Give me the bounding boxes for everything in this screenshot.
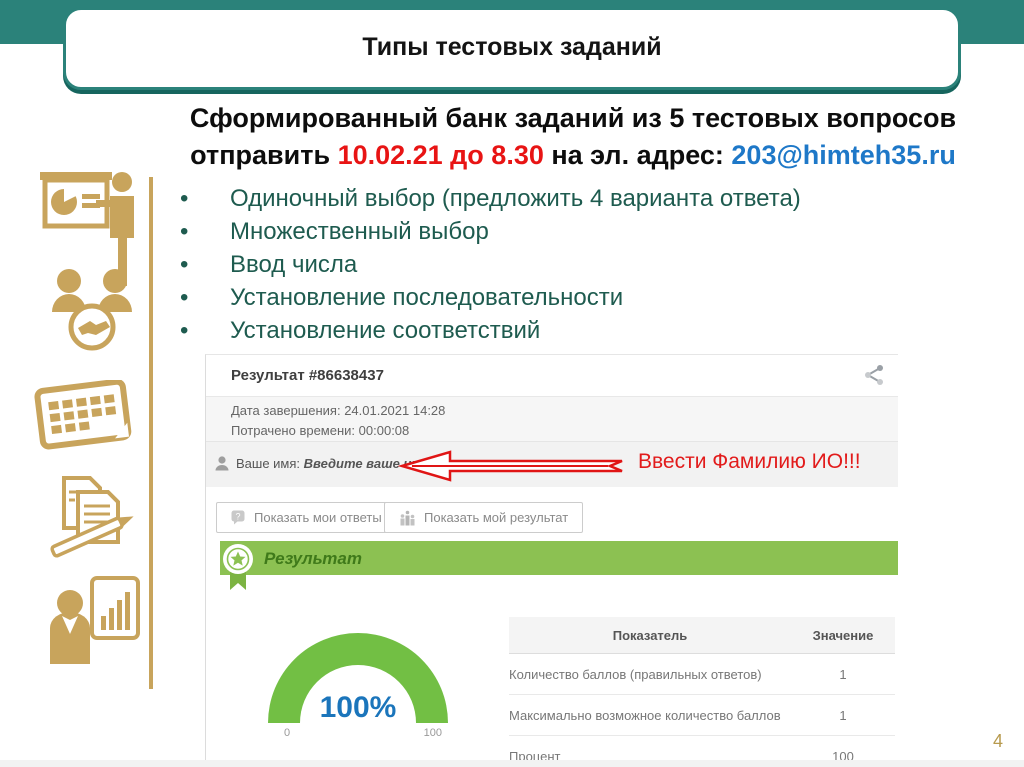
bottom-edge [0, 760, 1024, 767]
show-result-button[interactable]: Показать мой результат [384, 502, 584, 533]
result-meta: Дата завершения: 24.01.2021 14:28 Потрач… [206, 397, 898, 442]
page-number: 4 [993, 731, 1004, 751]
gauge-value: 100% [319, 691, 397, 724]
table-header: Показатель Значение [509, 617, 895, 654]
table-row: Количество баллов (правильных ответов) 1 [509, 654, 895, 695]
gold-divider-line [149, 177, 153, 689]
question-bubble-icon: ? [231, 510, 245, 525]
gauge-max: 100 [423, 727, 442, 739]
show-answers-button[interactable]: ? Показать мои ответы [216, 502, 397, 533]
meeting-handshake-icon [52, 269, 132, 351]
list-item: Множественный выбор [178, 215, 801, 248]
list-item: Установление соответствий [178, 314, 801, 347]
documents-pen-icon [50, 476, 134, 558]
deadline-text: 10.02.21 до 8.30 [337, 140, 544, 170]
row-label: Количество баллов (правильных ответов) [509, 666, 762, 682]
time-label: Потрачено времени: [231, 423, 356, 438]
date-label: Дата завершения: [231, 403, 341, 418]
result-title: Результат #86638437 [231, 367, 384, 384]
name-row: Ваше имя: Введите ваше имя Ввести Фамили… [206, 442, 898, 488]
annotation-arrow-icon [398, 450, 623, 482]
time-spent: Потрачено времени: 00:00:08 [231, 423, 409, 438]
gauge-min: 0 [284, 727, 291, 739]
banner-label: Результат [264, 549, 362, 568]
time-value: 00:00:08 [358, 423, 410, 438]
slide-title: Типы тестовых заданий [362, 33, 662, 61]
row-value: 1 [839, 666, 847, 682]
slide-title-box: Типы тестовых заданий [63, 7, 961, 90]
show-answers-label: Показать мои ответы [254, 510, 382, 525]
presentation-slide: Типы тестовых заданий Сформированный бан… [0, 0, 1024, 767]
table-row: Максимально возможное количество баллов … [509, 695, 895, 736]
heading-line2-middle: на эл. адрес: [543, 140, 732, 170]
result-actions: ? Показать мои ответы Показать мой резул… [206, 487, 898, 541]
row-label: Максимально возможное количество баллов [509, 707, 781, 723]
heading-line1: Сформированный банк заданий из 5 тестовы… [189, 103, 957, 133]
completion-date: Дата завершения: 24.01.2021 14:28 [231, 403, 445, 418]
date-value: 24.01.2021 14:28 [344, 403, 446, 418]
annotation-text: Ввести Фамилию ИО!!! [638, 450, 861, 473]
header-indicator: Показатель [612, 627, 688, 643]
result-table: Показатель Значение Количество баллов (п… [509, 617, 895, 767]
score-gauge: 100% [268, 633, 448, 724]
bar-chart-icon [400, 510, 415, 525]
list-item: Одиночный выбор (предложить 4 варианта о… [178, 182, 801, 215]
medal-badge-icon [223, 544, 253, 590]
person-chart-icon [50, 576, 140, 664]
heading-line2-prefix: отправить [190, 140, 338, 170]
list-item: Установление последовательности [178, 281, 801, 314]
list-item: Ввод числа [178, 248, 801, 281]
person-icon [215, 456, 229, 471]
name-label: Ваше имя: [236, 456, 301, 471]
header-value: Значение [812, 627, 874, 643]
email-address: 203@himteh35.ru [731, 140, 956, 170]
svg-text:?: ? [235, 511, 240, 521]
result-header: Результат #86638437 [206, 355, 898, 397]
gauge-ticks: 0 100 [268, 727, 448, 739]
share-icon[interactable] [862, 363, 886, 387]
result-screenshot: Результат #86638437 Дата завершения: 24.… [205, 354, 898, 764]
calendar-icon [34, 380, 132, 450]
heading-text: Сформированный банк заданий из 5 тестовы… [150, 100, 996, 174]
show-result-label: Показать мой результат [424, 510, 569, 525]
row-value: 1 [839, 707, 847, 723]
task-type-list: Одиночный выбор (предложить 4 варианта о… [178, 182, 801, 347]
